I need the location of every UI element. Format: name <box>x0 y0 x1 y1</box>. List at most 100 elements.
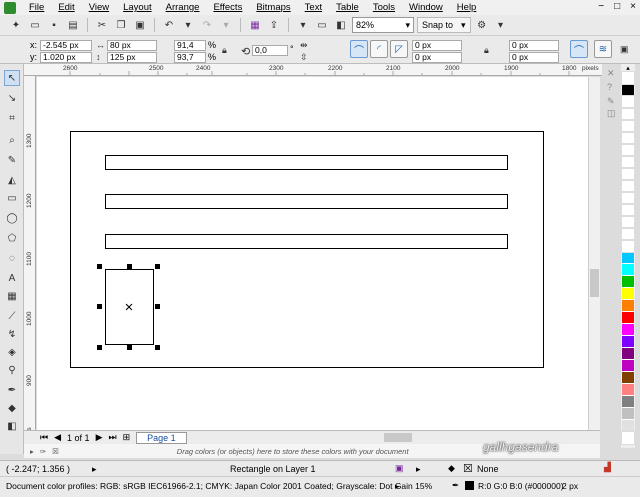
object-properties-icon[interactable]: ✎ <box>607 96 615 107</box>
palette-swatch[interactable] <box>622 372 634 384</box>
relative-corner-scaling-button[interactable]: ⌒ <box>570 40 588 58</box>
fill-tool-icon[interactable]: ◆ <box>4 400 20 416</box>
round-corner-button[interactable]: ⌒ <box>350 40 368 58</box>
prev-page-icon[interactable]: ◀ <box>54 432 61 443</box>
to-front-icon[interactable]: ▣ <box>620 44 629 55</box>
connector-tool-icon[interactable]: ↯ <box>4 326 20 342</box>
zoom-select[interactable]: 82% ▾ <box>352 17 414 33</box>
freehand-tool-icon[interactable]: ✎ <box>4 152 20 168</box>
toolbar-options-icon[interactable]: ▾ <box>493 17 509 33</box>
expand-arrow-icon[interactable]: ▸ <box>92 464 97 475</box>
copy-icon[interactable]: ❐ <box>113 17 129 33</box>
palette-swatch[interactable] <box>622 420 634 432</box>
palette-swatch[interactable] <box>622 300 634 312</box>
palette-scroll-up-icon[interactable]: ▴ <box>621 64 635 72</box>
palette-swatch[interactable] <box>621 155 635 169</box>
scale-y-field[interactable]: 93,7 <box>174 52 206 63</box>
palette-swatch[interactable] <box>622 288 634 300</box>
angle-field[interactable]: 0,0 <box>252 45 288 56</box>
minimize-button[interactable]: − <box>598 1 604 12</box>
menu-edit[interactable]: Edit <box>51 2 81 13</box>
print-icon[interactable]: ▤ <box>65 17 81 33</box>
page-tab[interactable]: Page 1 <box>136 431 187 444</box>
no-color-icon[interactable]: ☒ <box>52 447 59 456</box>
palette-swatch[interactable] <box>622 360 634 372</box>
palette-swatch[interactable] <box>622 84 634 96</box>
palette-swatch[interactable] <box>621 95 635 109</box>
palette-swatch[interactable] <box>622 348 634 360</box>
menu-bitmaps[interactable]: Bitmaps <box>249 2 297 13</box>
outer-frame-rectangle[interactable] <box>70 131 544 368</box>
pick-tool-icon[interactable]: ↖ <box>4 70 20 86</box>
corner-radius-top-right-field[interactable]: 0 px <box>509 40 559 51</box>
horizontal-ruler[interactable]: 2600 2500 2400 2300 2200 2100 2000 1900 … <box>24 64 602 76</box>
palette-swatch[interactable] <box>621 227 635 241</box>
bar-rectangle-1[interactable] <box>105 155 508 170</box>
application-launcher-icon[interactable]: ▾ <box>295 17 311 33</box>
bar-rectangle-2[interactable] <box>105 194 508 209</box>
menu-layout[interactable]: Layout <box>116 2 159 13</box>
palette-swatch[interactable] <box>622 312 634 324</box>
expand-arrow-icon[interactable]: ▸ <box>395 481 399 492</box>
redo-icon[interactable]: ↷ <box>199 17 215 33</box>
menu-table[interactable]: Table <box>329 2 366 13</box>
text-tool-icon[interactable]: A <box>4 270 20 286</box>
menu-tools[interactable]: Tools <box>366 2 402 13</box>
expand-arrow-icon[interactable]: ▸ <box>416 464 421 475</box>
interactive-fill-tool-icon[interactable]: ◧ <box>4 418 20 434</box>
restore-button[interactable]: □ <box>614 1 620 12</box>
smart-fill-tool-icon[interactable]: ◭ <box>4 172 20 188</box>
snap-to-button[interactable]: Snap to ▾ <box>417 17 471 33</box>
palette-swatch[interactable] <box>621 215 635 229</box>
vertical-ruler[interactable]: 1300 1200 1100 1000 900 pixels <box>24 76 36 430</box>
menu-arrange[interactable]: Arrange <box>159 2 207 13</box>
width-field[interactable]: 80 px <box>107 40 157 51</box>
user-icon[interactable]: ▟ <box>604 462 611 473</box>
scalloped-corner-button[interactable]: ◜ <box>370 40 388 58</box>
tray-play-icon[interactable]: ▸ <box>30 447 34 456</box>
palette-swatch[interactable] <box>621 71 635 85</box>
save-icon[interactable]: ▪ <box>46 17 62 33</box>
palette-swatch[interactable] <box>622 408 634 420</box>
redo-dropdown-icon[interactable]: ▾ <box>218 17 234 33</box>
mirror-horizontal-icon[interactable]: ⇹ <box>300 40 308 51</box>
menu-window[interactable]: Window <box>402 2 450 13</box>
horizontal-scroll-thumb[interactable] <box>384 433 412 442</box>
ellipse-tool-icon[interactable]: ◯ <box>4 210 20 226</box>
mirror-vertical-icon[interactable]: ⇳ <box>300 52 308 63</box>
menu-file[interactable]: File <box>22 2 51 13</box>
shape-tool-icon[interactable]: ↘ <box>4 90 20 106</box>
height-field[interactable]: 125 px <box>107 52 157 63</box>
pin-icon[interactable]: ✕ <box>607 68 615 79</box>
export-icon[interactable]: ⇪ <box>266 17 282 33</box>
palette-swatch[interactable] <box>622 336 634 348</box>
palette-swatch[interactable] <box>621 107 635 121</box>
last-page-icon[interactable]: ⏭ <box>108 432 116 443</box>
corner-radius-bottom-right-field[interactable]: 0 px <box>509 52 559 63</box>
welcome-screen-icon[interactable]: ▭ <box>314 17 330 33</box>
palette-swatch[interactable] <box>622 252 634 264</box>
scroll-thumb[interactable] <box>590 269 599 297</box>
eyedropper-tool-icon[interactable]: ⚲ <box>4 362 20 378</box>
first-page-icon[interactable]: ⏮ <box>40 432 48 443</box>
outline-tool-icon[interactable]: ✒ <box>4 382 20 398</box>
corel-online-icon[interactable]: ◧ <box>333 17 349 33</box>
table-tool-icon[interactable]: ▦ <box>4 288 20 304</box>
polygon-tool-icon[interactable]: ⬠ <box>4 230 20 246</box>
palette-swatch[interactable] <box>622 396 634 408</box>
lock-ratio-icon[interactable]: 🔒︎ <box>222 45 227 56</box>
palette-swatch[interactable] <box>622 276 634 288</box>
palette-swatch[interactable] <box>621 119 635 133</box>
scale-x-field[interactable]: 91,4 <box>174 40 206 51</box>
palette-swatch[interactable] <box>622 264 634 276</box>
x-position-field[interactable]: -2.545 px <box>40 40 92 51</box>
next-page-icon[interactable]: ▶ <box>96 432 103 443</box>
vertical-scrollbar[interactable] <box>588 77 600 430</box>
open-icon[interactable]: ▭ <box>27 17 43 33</box>
palette-swatch[interactable] <box>621 131 635 145</box>
crop-tool-icon[interactable]: ⌗ <box>4 110 20 126</box>
dimension-tool-icon[interactable]: ⟋ <box>4 308 20 324</box>
y-position-field[interactable]: 1.020 px <box>40 52 92 63</box>
new-document-icon[interactable]: ✦ <box>8 17 24 33</box>
palette-swatch[interactable] <box>622 384 634 396</box>
